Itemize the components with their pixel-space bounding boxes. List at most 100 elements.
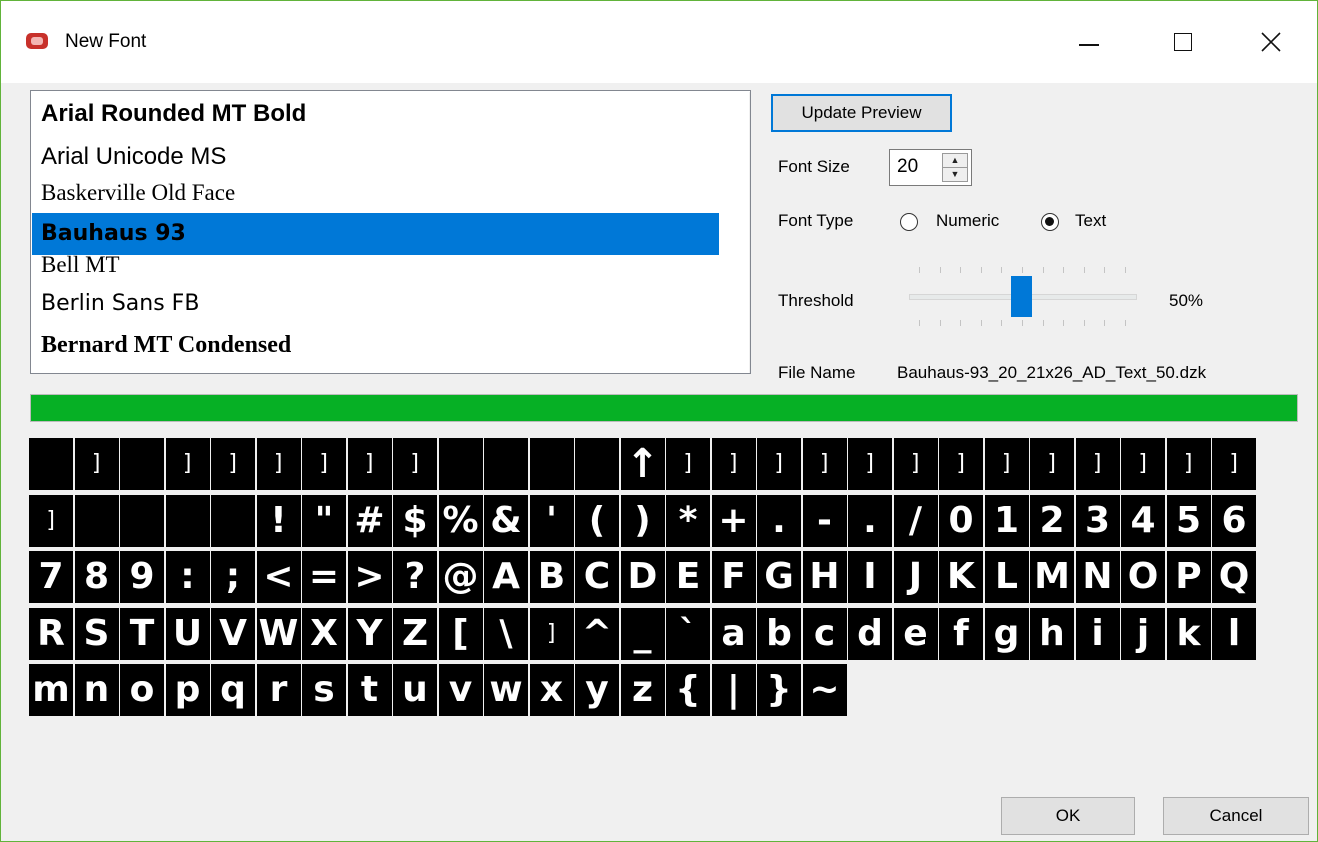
font-list-scrollbar[interactable]: ∧ ∨: [749, 92, 750, 373]
glyph-cell: m: [29, 664, 73, 716]
glyph-cell: 2: [1030, 494, 1074, 547]
glyph-cell: %: [438, 494, 483, 547]
glyph-cell: 3: [1075, 494, 1120, 547]
glyph-cell: 0: [939, 494, 983, 547]
font-list-item[interactable]: Bauhaus 93: [32, 213, 719, 255]
font-list-item[interactable]: Berlin Sans FB: [32, 286, 719, 322]
glyph-cell: A: [484, 551, 528, 603]
glyph-cell: !: [256, 494, 301, 547]
glyph-cell: -: [802, 494, 847, 547]
glyph-cell: .: [757, 494, 801, 547]
glyph-cell: [484, 438, 528, 490]
slider-tick: [980, 320, 982, 326]
font-size-stepper[interactable]: 20 ▲ ▼: [889, 149, 972, 186]
glyph-cell: ]: [302, 438, 346, 490]
glyph-cell: T: [120, 607, 164, 660]
glyph-cell: ]: [939, 438, 983, 490]
glyph-cell: 7: [29, 551, 73, 603]
glyph-cell: N: [1075, 551, 1120, 603]
glyph-cell: f: [939, 607, 983, 660]
glyph-cell: L: [984, 551, 1029, 603]
font-list-item[interactable]: Arial Rounded MT Bold: [32, 96, 719, 132]
glyph-cell: E: [666, 551, 710, 603]
glyph-cell: &: [484, 494, 528, 547]
numeric-radio-label[interactable]: Numeric: [936, 211, 999, 231]
glyph-cell: ?: [393, 551, 437, 603]
glyph-cell: ]: [666, 438, 710, 490]
font-type-label: Font Type: [778, 211, 854, 230]
update-preview-button[interactable]: Update Preview: [771, 94, 952, 132]
slider-tick: [919, 267, 920, 273]
slider-tick: [1001, 267, 1003, 273]
close-icon[interactable]: [1244, 17, 1300, 69]
glyph-cell: e: [893, 607, 938, 660]
glyph-cell: 5: [1166, 494, 1211, 547]
font-list-item[interactable]: Arial Unicode MS: [32, 140, 719, 174]
glyph-cell: w: [484, 664, 528, 716]
cancel-button[interactable]: Cancel: [1163, 797, 1309, 835]
chevron-up-icon[interactable]: ∧: [749, 92, 750, 126]
slider-tick: [1083, 320, 1085, 326]
slider-tick: [1022, 267, 1023, 273]
glyph-cell: o: [120, 664, 164, 716]
stepper-down-icon[interactable]: ▼: [943, 168, 967, 181]
glyph-cell: ]: [757, 438, 801, 490]
glyph-cell: D: [620, 551, 665, 603]
glyph-preview: ]]]]]]] ↑]]]]]]]]]]]]]]! " # $% & '() * +. -./0 1 2…: [29, 438, 1272, 716]
slider-tick: [1125, 320, 1126, 326]
glyph-cell: j: [1121, 607, 1165, 660]
chevron-down-icon[interactable]: ∨: [749, 340, 750, 373]
glyph-cell: [575, 438, 619, 490]
font-size-value[interactable]: 20: [897, 156, 918, 178]
glyph-cell: S: [74, 607, 119, 660]
glyph-cell: ]: [256, 438, 301, 490]
slider-tick: [939, 267, 941, 273]
glyph-cell: B: [529, 551, 574, 603]
glyph-cell: ]: [74, 438, 119, 490]
maximize-icon[interactable]: [1156, 17, 1212, 69]
glyph-cell: ": [302, 494, 346, 547]
slider-thumb[interactable]: [1011, 276, 1032, 317]
glyph-cell: J: [893, 551, 938, 603]
slider-tick: [960, 267, 962, 273]
glyph-cell: [74, 494, 119, 547]
app-icon: [26, 33, 48, 49]
glyph-cell: ~: [802, 664, 847, 716]
glyph-cell: U: [165, 607, 210, 660]
font-list[interactable]: Bernard MT Condensed Berlin Sans FB Bell M…: [30, 90, 751, 374]
glyph-cell: #: [347, 494, 392, 547]
stepper-buttons[interactable]: ▲ ▼: [942, 153, 968, 182]
stepper-up-icon[interactable]: ▲: [943, 154, 967, 168]
glyph-cell: ]: [893, 438, 938, 490]
glyph-cell: *: [666, 494, 710, 547]
glyph-cell: <: [256, 551, 301, 603]
font-list-item[interactable]: Baskerville Old Face: [32, 176, 719, 210]
text-radio-label[interactable]: Text: [1075, 211, 1106, 231]
glyph-cell: ]: [1030, 438, 1074, 490]
slider-tick: [1083, 267, 1085, 273]
glyph-cell: h: [1030, 607, 1074, 660]
glyph-cell: [211, 494, 255, 547]
glyph-cell: ]: [1166, 438, 1211, 490]
minimize-icon[interactable]: [1061, 17, 1117, 69]
glyph-cell: q: [211, 664, 255, 716]
glyph-cell: 1: [984, 494, 1029, 547]
glyph-cell: |: [711, 664, 756, 716]
glyph-cell: 8: [74, 551, 119, 603]
glyph-cell: t: [347, 664, 392, 716]
numeric-radio[interactable]: [900, 213, 918, 231]
progress-fill: [31, 395, 1297, 421]
glyph-cell: O: [1121, 551, 1165, 603]
text-radio[interactable]: [1041, 213, 1059, 231]
slider-tick: [919, 320, 920, 326]
glyph-cell: F: [711, 551, 756, 603]
glyph-cell: ]: [1212, 438, 1256, 490]
ok-button[interactable]: OK: [1001, 797, 1135, 835]
glyph-cell: d: [848, 607, 892, 660]
font-list-item[interactable]: Bernard MT Condensed: [32, 325, 719, 365]
slider-tick: [1104, 320, 1106, 326]
glyph-cell: Q: [1212, 551, 1256, 603]
glyph-cell: ): [620, 494, 665, 547]
glyph-cell: 9: [120, 551, 164, 603]
progress-bar: [30, 394, 1298, 422]
